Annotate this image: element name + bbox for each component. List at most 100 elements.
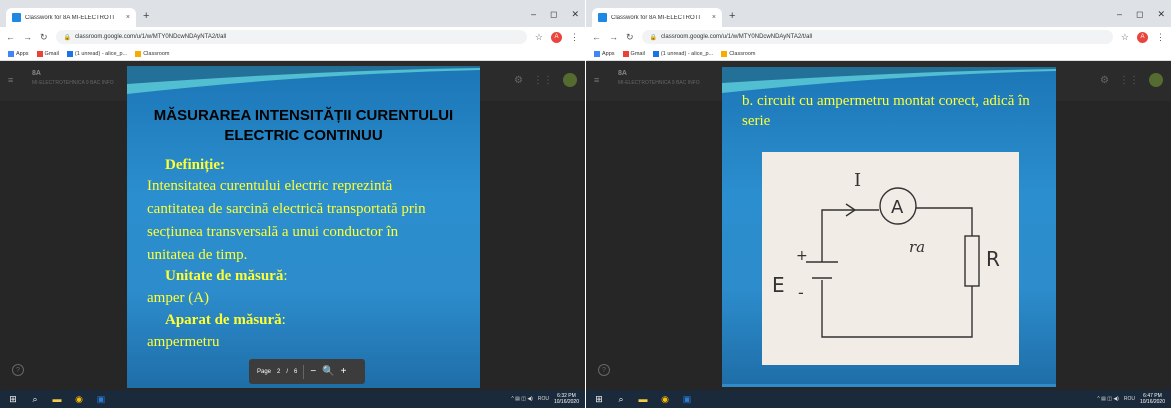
chrome-icon[interactable]: ◉ — [74, 394, 84, 404]
url-text: classroom.google.com/u/1/w/MTY0NDcwNDAyN… — [75, 34, 227, 40]
left-browser-window: Classwork for 8A MI-ELECTROTI × + – ◻ ✕ … — [0, 0, 585, 408]
device-label: Aparat de măsură — [165, 312, 282, 328]
url-text: classroom.google.com/u/1/w/MTY0NDcwNDAyN… — [661, 34, 813, 40]
minimize-icon[interactable]: – — [531, 9, 536, 20]
definition-line-4: unitatea de timp. — [147, 247, 248, 263]
reload-icon[interactable]: ↻ — [626, 32, 634, 43]
slide-text: b. circuit cu ampermetru montat corect, … — [742, 93, 1030, 129]
close-window-icon[interactable]: ✕ — [1157, 9, 1165, 20]
bookmark-gmail[interactable]: Gmail — [622, 50, 645, 57]
class-subtitle: MI-ELECTROTEHNICA 9 BAC INFO — [618, 80, 700, 86]
search-zoom-icon[interactable]: 🔍 — [322, 366, 334, 377]
bookmark-classroom[interactable]: Classroom — [721, 50, 756, 57]
new-tab-icon[interactable]: + — [143, 11, 149, 22]
profile-avatar[interactable]: A — [1137, 31, 1148, 43]
forward-icon[interactable]: → — [609, 32, 618, 42]
header-icons: ⚙ ⋮⋮ — [514, 73, 577, 87]
bookmark-inbox[interactable]: (1 unread) - alice_p... — [66, 50, 127, 57]
hamburger-menu-icon[interactable]: ≡ — [8, 75, 13, 85]
help-icon[interactable]: ? — [12, 364, 24, 376]
bookmark-apps[interactable]: Apps — [594, 50, 615, 57]
word-icon[interactable]: ▣ — [682, 394, 692, 404]
new-tab-icon[interactable]: + — [729, 11, 735, 22]
windows-taskbar: ⊞ ⌕ ▬ ◉ ▣ ^ ▤ ◫ ◀) ROU 6:32 PM 10/16/202… — [0, 390, 585, 408]
bookmark-apps[interactable]: Apps — [8, 50, 29, 57]
profile-avatar[interactable]: A — [551, 31, 562, 43]
classroom-icon — [135, 50, 142, 57]
tray-icons[interactable]: ^ ▤ ◫ ◀) — [511, 396, 532, 402]
chrome-icon[interactable]: ◉ — [660, 394, 670, 404]
file-explorer-icon[interactable]: ▬ — [52, 394, 62, 404]
minimize-icon[interactable]: – — [1117, 9, 1122, 20]
mail-icon — [652, 50, 659, 57]
page-sep: / — [286, 368, 289, 375]
pagebar-divider — [303, 364, 305, 379]
bookmark-gmail[interactable]: Gmail — [36, 50, 59, 57]
definition-line-3: secțiunea transversală a unui conductor … — [147, 224, 399, 240]
wire-top-right — [916, 207, 973, 236]
language-indicator[interactable]: ROU — [538, 396, 549, 402]
bookmark-inbox[interactable]: (1 unread) - alice_p... — [652, 50, 713, 57]
browser-tab[interactable]: Classwork for 8A MI-ELECTROTI × — [592, 8, 722, 27]
search-icon[interactable]: ⌕ — [616, 394, 626, 404]
classroom-icon — [721, 50, 728, 57]
close-icon[interactable]: × — [126, 14, 130, 21]
address-bar[interactable]: 🔒 classroom.google.com/u/1/w/MTY0NDcwNDA… — [55, 30, 527, 44]
slide-title-line2: ELECTRIC CONTINUU — [224, 127, 383, 144]
unit-row: Unitate de măsură: — [165, 265, 288, 287]
search-icon[interactable]: ⌕ — [30, 394, 40, 404]
bookmark-classroom[interactable]: Classroom — [135, 50, 170, 57]
classroom-favicon-icon — [12, 13, 21, 22]
slide-swoosh-decoration — [127, 66, 480, 94]
mail-icon — [66, 50, 73, 57]
header-icons: ⚙ ⋮⋮ — [1100, 73, 1163, 87]
close-icon[interactable]: × — [712, 14, 716, 21]
language-indicator[interactable]: ROU — [1124, 396, 1135, 402]
settings-icon[interactable]: ⚙ — [514, 75, 523, 86]
user-avatar[interactable] — [563, 73, 577, 87]
help-icon[interactable]: ? — [598, 364, 610, 376]
forward-icon[interactable]: → — [23, 32, 32, 42]
class-subtitle: MI-ELECTROTEHNICA 9 BAC INFO — [32, 80, 114, 86]
browser-tab[interactable]: Classwork for 8A MI-ELECTROTI × — [6, 8, 136, 27]
tray-icons[interactable]: ^ ▤ ◫ ◀) — [1097, 396, 1118, 402]
device-value: ampermetru — [147, 334, 220, 350]
device-colon: : — [281, 312, 286, 328]
resistor-rect — [964, 235, 980, 287]
tab-title: Classwork for 8A MI-ELECTROTI — [25, 14, 115, 21]
slide-bottom-edge — [722, 384, 1056, 387]
zoom-out-icon[interactable]: − — [310, 366, 316, 377]
clock[interactable]: 6:47 PM 10/16/2020 — [1140, 393, 1165, 405]
back-icon[interactable]: ← — [592, 32, 601, 42]
apps-grid-icon — [594, 50, 600, 57]
settings-icon[interactable]: ⚙ — [1100, 75, 1109, 86]
lock-icon: 🔒 — [649, 34, 658, 41]
reload-icon[interactable]: ↻ — [40, 32, 48, 43]
label-emf: E — [772, 273, 785, 297]
apps-icon[interactable]: ⋮⋮ — [533, 75, 553, 86]
zoom-in-icon[interactable]: + — [341, 366, 347, 377]
back-icon[interactable]: ← — [6, 32, 15, 42]
restore-icon[interactable]: ◻ — [550, 9, 557, 20]
label-ra: ra — [909, 238, 925, 256]
system-tray: ^ ▤ ◫ ◀) ROU 6:47 PM 10/16/2020 — [1097, 393, 1165, 405]
hamburger-menu-icon[interactable]: ≡ — [594, 75, 599, 85]
bookmark-star-icon[interactable]: ☆ — [1121, 32, 1129, 43]
unit-label: Unitate de măsură — [165, 268, 284, 284]
unit-colon: : — [283, 268, 288, 284]
word-icon[interactable]: ▣ — [96, 394, 106, 404]
user-avatar[interactable] — [1149, 73, 1163, 87]
menu-dots-icon[interactable]: ⋮ — [1156, 32, 1165, 43]
clock[interactable]: 6:32 PM 10/16/2020 — [554, 393, 579, 405]
windows-start-icon[interactable]: ⊞ — [8, 394, 18, 404]
file-explorer-icon[interactable]: ▬ — [638, 394, 648, 404]
close-window-icon[interactable]: ✕ — [571, 9, 579, 20]
apps-icon[interactable]: ⋮⋮ — [1119, 75, 1139, 86]
device-row: Aparat de măsură: — [165, 309, 286, 331]
bookmark-star-icon[interactable]: ☆ — [535, 32, 543, 43]
menu-dots-icon[interactable]: ⋮ — [570, 32, 579, 43]
address-bar[interactable]: 🔒 classroom.google.com/u/1/w/MTY0NDcwNDA… — [641, 30, 1113, 44]
restore-icon[interactable]: ◻ — [1136, 9, 1143, 20]
wire-bottom — [821, 280, 973, 338]
windows-start-icon[interactable]: ⊞ — [594, 394, 604, 404]
